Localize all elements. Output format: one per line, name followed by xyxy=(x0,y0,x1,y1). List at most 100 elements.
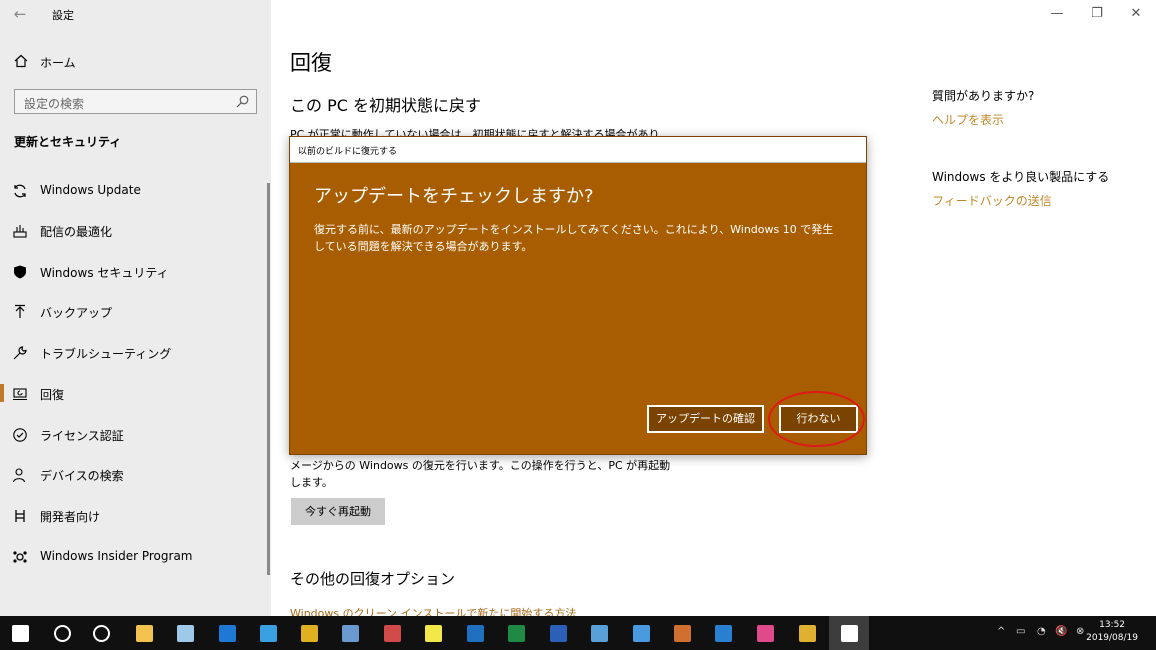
search-icon xyxy=(236,95,249,108)
sidebar-item-label: 回復 xyxy=(40,388,65,402)
file-explorer-icon xyxy=(136,625,153,642)
sidebar-item-label: ライセンス認証 xyxy=(40,429,124,443)
person-pin-icon xyxy=(12,468,26,483)
remote-desktop-icon xyxy=(715,625,732,642)
clock[interactable]: 13:52 2019/08/19 xyxy=(1086,619,1138,645)
sidebar-item-label: Windows セキュリティ xyxy=(40,266,169,280)
dialog-heading: アップデートをチェックしますか? xyxy=(314,186,594,207)
sidebar-item-backup[interactable]: バックアップ xyxy=(0,296,268,326)
settings-search-input[interactable]: 設定の検索 xyxy=(14,89,257,114)
toolbox-taskbar-button[interactable] xyxy=(662,616,702,650)
paint3d-taskbar-button[interactable] xyxy=(579,616,619,650)
network-taskbar-button[interactable] xyxy=(330,616,370,650)
restore-button[interactable]: ❐ xyxy=(1077,4,1117,24)
wifi-icon[interactable]: ◔ xyxy=(1037,626,1046,637)
sync-icon xyxy=(14,184,26,198)
sidebar-item-label: バックアップ xyxy=(40,306,113,320)
home-icon xyxy=(14,54,28,68)
sidebar-item-troubleshoot[interactable]: トラブルシューティング xyxy=(0,337,268,367)
sidebar-item-label: 開発者向け xyxy=(40,510,101,524)
remote-desktop-taskbar-button[interactable] xyxy=(703,616,743,650)
clock-time: 13:52 xyxy=(1099,620,1126,630)
dialog-body-text: 復元する前に、最新のアップデートをインストールしてみてください。これにより、Wi… xyxy=(314,223,834,253)
sidebar-item-windows-update[interactable]: Windows Update xyxy=(0,175,268,205)
app-title: 設定 xyxy=(52,9,74,22)
slack-icon xyxy=(799,625,816,642)
developer-icon xyxy=(15,510,25,522)
whiteboard-taskbar-button[interactable] xyxy=(745,616,785,650)
sidebar-item-recovery[interactable]: 回復 xyxy=(0,378,268,408)
edge-taskbar-button[interactable] xyxy=(207,616,247,650)
sidebar-item-find-device[interactable]: デバイスの検索 xyxy=(0,459,268,489)
close-button[interactable]: ✕ xyxy=(1116,4,1156,24)
media-taskbar-button[interactable] xyxy=(621,616,661,650)
ie-taskbar-button[interactable] xyxy=(248,616,288,650)
paint-icon xyxy=(384,625,401,642)
sidebar-item-for-developers[interactable]: 開発者向け xyxy=(0,500,268,530)
advanced-startup-description: メージからの Windows の復元を行います。この操作を行うと、PC が再起動… xyxy=(290,459,671,489)
sidebar-item-label: Windows Update xyxy=(40,183,141,197)
other-options-title: その他の回復オプション xyxy=(290,570,456,588)
taskbar: ^ ▭ ◔ 🔇 ⊗ 13:52 2019/08/19 xyxy=(0,616,1156,650)
notification-icon[interactable]: ⊗ xyxy=(1076,626,1084,637)
app-blue-icon xyxy=(467,625,484,642)
help-link[interactable]: ヘルプを表示 xyxy=(932,111,1004,128)
paint3d-icon xyxy=(591,625,608,642)
sidebar-item-delivery-optimization[interactable]: 配信の最適化 xyxy=(0,215,268,245)
sidebar-item-label: Windows Insider Program xyxy=(40,549,193,563)
sidebar: ← 設定 ホーム 設定の検索 更新とセキュリティ Windows Update … xyxy=(0,0,271,616)
chrome-icon xyxy=(301,625,318,642)
task-view-taskbar-button[interactable] xyxy=(81,616,121,650)
word-taskbar-button[interactable] xyxy=(538,616,578,650)
delivery-icon xyxy=(13,225,27,238)
sidebar-item-label: デバイスの検索 xyxy=(40,469,124,483)
sidebar-item-insider-program[interactable]: Windows Insider Program xyxy=(0,541,268,571)
question-title: 質問がありますか? xyxy=(932,89,1035,103)
minimize-button[interactable]: — xyxy=(1037,4,1077,24)
restart-now-button[interactable]: 今すぐ再起動 xyxy=(291,498,385,525)
sidebar-item-activation[interactable]: ライセンス認証 xyxy=(0,419,268,449)
highlight-circle xyxy=(768,391,865,447)
task-view-icon xyxy=(93,625,110,642)
paint-taskbar-button[interactable] xyxy=(372,616,412,650)
title-bar: ← 設定 xyxy=(0,0,271,30)
backup-icon xyxy=(15,304,25,318)
battery-icon[interactable]: ▭ xyxy=(1016,626,1025,637)
excel-taskbar-button[interactable] xyxy=(496,616,536,650)
network-icon xyxy=(342,625,359,642)
dialog-title-bar: 以前のビルドに復元する xyxy=(290,137,866,163)
start-taskbar-button[interactable] xyxy=(0,616,40,650)
wrench-icon xyxy=(13,346,27,360)
media-icon xyxy=(633,625,650,642)
sidebar-item-label: トラブルシューティング xyxy=(40,347,172,361)
settings-taskbar-button[interactable] xyxy=(829,616,869,650)
notepad-icon xyxy=(177,625,194,642)
search-icon xyxy=(54,625,71,642)
home-link[interactable]: ホーム xyxy=(0,48,271,74)
show-hidden-icons-button[interactable]: ^ xyxy=(997,626,1005,637)
sticky-notes-taskbar-button[interactable] xyxy=(413,616,453,650)
clock-date: 2019/08/19 xyxy=(1086,633,1138,643)
shield-icon xyxy=(14,265,26,279)
sidebar-scrollbar[interactable] xyxy=(267,183,270,575)
section-title: 更新とセキュリティ xyxy=(14,135,122,149)
check-updates-button[interactable]: アップデートの確認 xyxy=(647,405,764,433)
home-label: ホーム xyxy=(40,56,76,70)
excel-icon xyxy=(508,625,525,642)
feedback-link[interactable]: フィードバックの送信 xyxy=(932,192,1052,209)
slack-taskbar-button[interactable] xyxy=(787,616,827,650)
file-explorer-taskbar-button[interactable] xyxy=(124,616,164,650)
check-circle-icon xyxy=(13,428,27,442)
search-placeholder: 設定の検索 xyxy=(24,97,85,111)
dialog-window-title: 以前のビルドに復元する xyxy=(298,147,398,157)
improve-windows-title: Windows をより良い製品にする xyxy=(932,170,1110,184)
app-blue-taskbar-button[interactable] xyxy=(455,616,495,650)
volume-muted-icon[interactable]: 🔇 xyxy=(1055,626,1067,637)
chrome-taskbar-button[interactable] xyxy=(289,616,329,650)
back-button[interactable]: ← xyxy=(8,4,32,24)
search-taskbar-button[interactable] xyxy=(42,616,82,650)
notepad-taskbar-button[interactable] xyxy=(165,616,205,650)
sidebar-item-windows-security[interactable]: Windows セキュリティ xyxy=(0,256,268,286)
clean-install-link[interactable]: Windows のクリーン インストールで新たに開始する方法 xyxy=(290,605,576,616)
whiteboard-icon xyxy=(757,625,774,642)
